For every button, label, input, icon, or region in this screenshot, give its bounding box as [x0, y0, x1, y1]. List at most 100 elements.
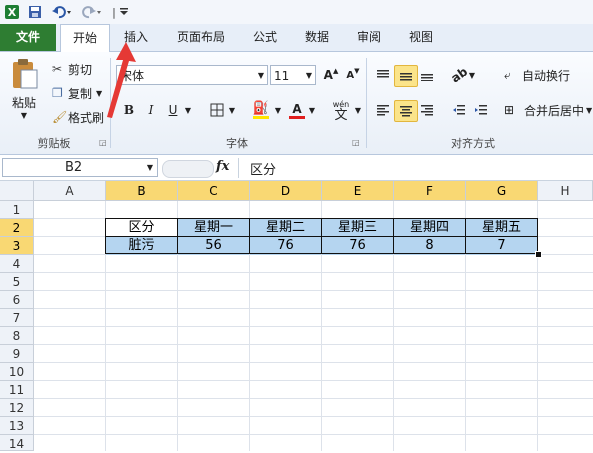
column-header-h[interactable]: H: [538, 181, 593, 201]
chevron-down-icon[interactable]: ▼: [272, 100, 284, 120]
align-middle-button[interactable]: [394, 65, 418, 87]
dialog-launcher-icon[interactable]: ◲: [352, 138, 360, 147]
column-header-f[interactable]: F: [394, 181, 466, 201]
gridline: [34, 344, 593, 345]
fx-icon[interactable]: fx: [216, 159, 229, 174]
column-header-e[interactable]: E: [322, 181, 394, 201]
row-header-14[interactable]: 14: [0, 435, 34, 451]
tab-page-layout[interactable]: 页面布局: [170, 24, 232, 51]
row-header-13[interactable]: 13: [0, 417, 34, 435]
select-all-corner[interactable]: [0, 181, 34, 201]
copy-button[interactable]: ❐ 复制 ▼: [52, 84, 102, 102]
table-border: [321, 218, 322, 254]
cell-b3[interactable]: 脏污: [106, 237, 177, 255]
row-header-8[interactable]: 8: [0, 327, 34, 345]
font-size-value: 11: [274, 69, 290, 83]
cell-c2[interactable]: 星期一: [178, 219, 249, 237]
cell-d3[interactable]: 76: [250, 237, 321, 255]
cell-g3[interactable]: 7: [466, 237, 537, 255]
font-color-icon: A: [292, 101, 302, 116]
tab-review[interactable]: 审阅: [348, 24, 390, 51]
font-name-select[interactable]: 宋体 ▼: [116, 65, 268, 85]
chevron-down-icon[interactable]: ▼: [466, 65, 478, 85]
row-header-2[interactable]: 2: [0, 219, 34, 237]
cell-d2[interactable]: 星期二: [250, 219, 321, 237]
cell-b2[interactable]: 区分: [106, 219, 177, 237]
row-header-7[interactable]: 7: [0, 309, 34, 327]
alignment-group-label: 对齐方式: [451, 137, 495, 150]
gridline: [34, 308, 593, 309]
cell-e3[interactable]: 76: [322, 237, 393, 255]
underline-button[interactable]: U: [162, 100, 184, 120]
redo-icon[interactable]: [80, 3, 104, 21]
align-left-icon: [377, 105, 389, 116]
row-header-9[interactable]: 9: [0, 345, 34, 363]
row-header-11[interactable]: 11: [0, 381, 34, 399]
cut-button[interactable]: ✂ 剪切: [52, 60, 92, 78]
format-painter-button[interactable]: 🖌 格式刷: [52, 108, 104, 126]
column-header-g[interactable]: G: [466, 181, 538, 201]
excel-icon[interactable]: X: [3, 3, 21, 21]
formula-content[interactable]: 区分: [250, 159, 276, 178]
chevron-down-icon[interactable]: ▼: [226, 100, 238, 120]
row-header-4[interactable]: 4: [0, 255, 34, 273]
paste-button[interactable]: 粘贴 ▼: [6, 58, 42, 128]
cell-c3[interactable]: 56: [178, 237, 249, 255]
column-header-d[interactable]: D: [250, 181, 322, 201]
borders-button[interactable]: [206, 100, 228, 120]
gridline: [34, 398, 593, 399]
tab-data[interactable]: 数据: [296, 24, 338, 51]
worksheet-grid[interactable]: A B C D E F G H 1 2 3 4 5 6 7 8 9 10 11 …: [0, 181, 593, 451]
align-left-button[interactable]: [372, 100, 394, 120]
name-box[interactable]: B2 ▼: [2, 158, 158, 177]
align-right-icon: [421, 105, 433, 116]
cell-f3[interactable]: 8: [394, 237, 465, 255]
align-bottom-icon: [421, 74, 433, 81]
chevron-down-icon[interactable]: ▼: [306, 100, 318, 120]
paste-label: 粘贴: [11, 96, 36, 110]
wrap-text-icon: ⤶: [504, 67, 511, 82]
chevron-down-icon: ▼: [257, 71, 264, 80]
row-header-10[interactable]: 10: [0, 363, 34, 381]
row-header-3[interactable]: 3: [0, 237, 34, 255]
align-right-button[interactable]: [416, 100, 438, 120]
row-header-12[interactable]: 12: [0, 399, 34, 417]
font-color-button[interactable]: A: [286, 100, 308, 120]
undo-icon[interactable]: [50, 3, 74, 21]
grow-font-icon: A: [323, 68, 333, 82]
save-icon[interactable]: [26, 3, 44, 21]
shrink-font-button[interactable]: A ▼: [342, 65, 364, 85]
fill-color-button[interactable]: ⛽: [250, 100, 272, 120]
column-header-a[interactable]: A: [34, 181, 106, 201]
cell-g2[interactable]: 星期五: [466, 219, 537, 237]
increase-indent-button[interactable]: [470, 100, 492, 120]
tab-file[interactable]: 文件: [0, 24, 56, 51]
row-header-1[interactable]: 1: [0, 201, 34, 219]
column-header-c[interactable]: C: [178, 181, 250, 201]
customize-icon[interactable]: [118, 3, 130, 21]
fill-color-swatch: [253, 116, 269, 119]
cell-e2[interactable]: 星期三: [322, 219, 393, 237]
row-header-6[interactable]: 6: [0, 291, 34, 309]
chevron-down-icon[interactable]: ▼: [182, 100, 194, 120]
align-center-button[interactable]: [394, 100, 418, 122]
italic-button[interactable]: I: [140, 100, 162, 120]
tab-formulas[interactable]: 公式: [244, 24, 286, 51]
align-bottom-button[interactable]: [416, 65, 438, 85]
wrap-text-button[interactable]: ⤶ 自动换行: [504, 66, 570, 84]
decrease-indent-button[interactable]: [448, 100, 470, 120]
grow-font-button[interactable]: A ▲: [320, 65, 342, 85]
merge-center-button[interactable]: ⊞ 合并后居中 ▼: [504, 101, 592, 119]
tab-view[interactable]: 视图: [400, 24, 442, 51]
fill-handle[interactable]: [535, 251, 542, 258]
cell-f2[interactable]: 星期四: [394, 219, 465, 237]
tab-home[interactable]: 开始: [60, 24, 110, 53]
font-size-select[interactable]: 11 ▼: [270, 65, 316, 85]
phonetic-button[interactable]: wén 文: [328, 98, 354, 124]
row-header-5[interactable]: 5: [0, 273, 34, 291]
chevron-down-icon[interactable]: ▼: [352, 100, 364, 120]
column-header-b[interactable]: B: [106, 181, 178, 201]
formula-bar-expand-control[interactable]: [162, 160, 214, 178]
dialog-launcher-icon[interactable]: ◲: [99, 138, 107, 147]
align-top-button[interactable]: [372, 65, 394, 85]
